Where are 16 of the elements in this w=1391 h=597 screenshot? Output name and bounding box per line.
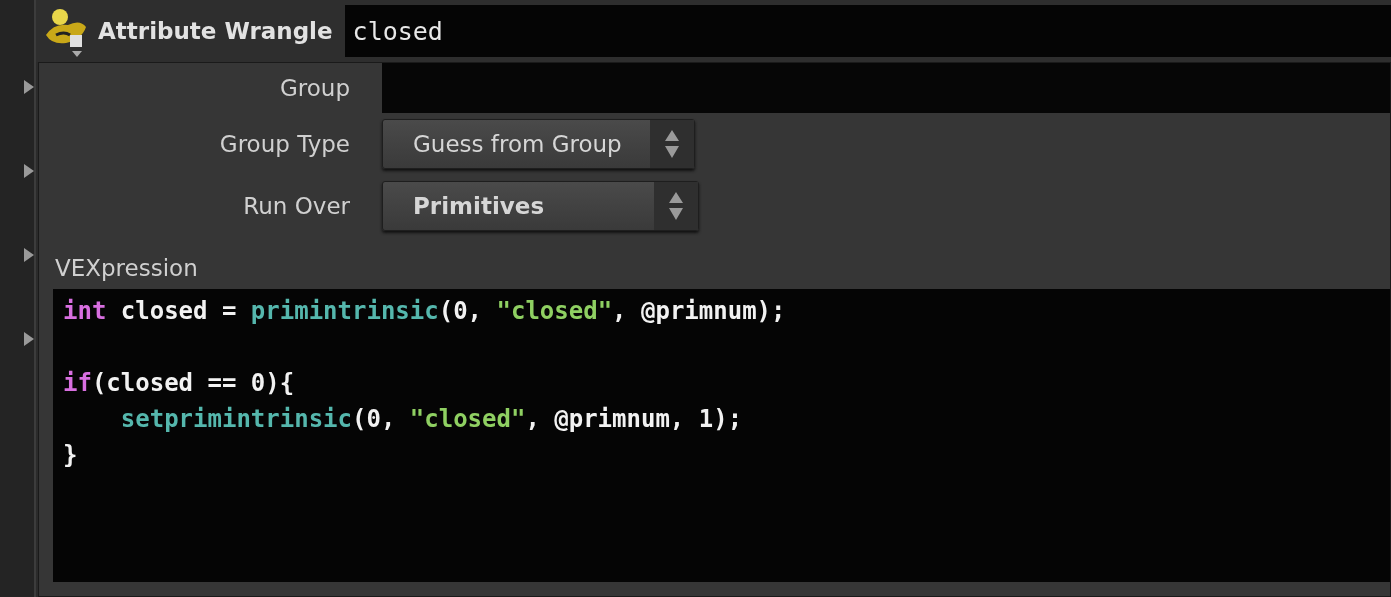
arrow-icon[interactable]: [24, 164, 34, 178]
dropdown-menu[interactable]: Primitives: [382, 181, 700, 231]
input-field[interactable]: [382, 63, 1390, 113]
code-editor[interactable]: int closed = primintrinsic(0, "closed", @primnum); if(closed == 0){ setprimintrinsic(0, "closed", @primnum, 1); }: [53, 289, 1390, 582]
arrow-icon[interactable]: [24, 332, 34, 346]
parameter-label: Run Over: [242, 193, 350, 219]
arrow-icon[interactable]: [24, 80, 34, 94]
up-down-arrows-icon: [668, 191, 685, 221]
parameter-label: Group: [278, 75, 350, 101]
up-down-arrows-icon: [663, 129, 680, 159]
parameter-label: Group Type: [218, 131, 350, 157]
section-label: VEXpression: [55, 255, 199, 281]
node-name-field[interactable]: closed: [344, 5, 1391, 57]
dropdown-menu[interactable]: Guess from Group: [382, 119, 695, 169]
arrow-icon[interactable]: [24, 248, 34, 262]
node-type-label: Attribute Wrangle: [98, 18, 333, 44]
